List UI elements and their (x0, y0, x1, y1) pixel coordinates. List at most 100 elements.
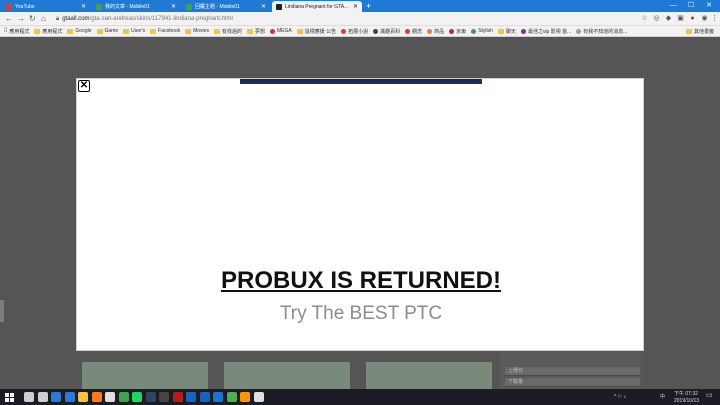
folder-icon (185, 28, 192, 34)
spotify-icon[interactable] (132, 392, 142, 402)
folder-icon (123, 28, 130, 34)
browser-tab-strip: YouTube ✕ 我的文章 - Mobile01 ✕ 回覆主題 - Mobil… (0, 0, 720, 12)
other-bookmarks[interactable]: 其他書籤 (685, 28, 714, 35)
tab-mobile01-reply[interactable]: 回覆主題 - Mobile01 ✕ (182, 1, 270, 12)
skin-thumbnail[interactable] (366, 362, 492, 390)
site-icon (520, 28, 526, 34)
tab-gtaall-active[interactable]: Lindiana Pregnant for GTA San... ✕ (272, 1, 362, 12)
reload-button[interactable]: ↻ (29, 14, 36, 24)
app-icon[interactable] (240, 392, 250, 402)
folder-icon (296, 28, 303, 34)
bookmark-link[interactable]: 拓展小說 (341, 28, 368, 35)
app-icon[interactable] (213, 392, 223, 402)
lock-icon: 🔒︎ (56, 15, 60, 22)
tab-youtube[interactable]: YouTube ✕ (2, 1, 90, 12)
bookmark-folder[interactable]: 聊天 (497, 28, 516, 35)
bookmark-link[interactable]: Stylish (471, 28, 493, 34)
folder-icon (497, 28, 504, 34)
notification-icon[interactable]: ▭ (706, 392, 713, 399)
start-button[interactable] (5, 393, 14, 402)
bookmark-folder[interactable]: 應用程式 (34, 28, 62, 35)
bookmark-link[interactable]: MEGA (269, 28, 292, 34)
tab-close-icon[interactable]: ✕ (171, 3, 176, 10)
site-icon (405, 28, 411, 34)
tab-close-icon[interactable]: ✕ (81, 3, 86, 10)
site-icon (576, 28, 582, 34)
profile-icon[interactable]: ◉ (700, 14, 709, 23)
app-icon[interactable] (186, 392, 196, 402)
side-tab[interactable] (0, 300, 4, 322)
tab-title: YouTube (15, 3, 35, 10)
bookmark-link[interactable]: 有我不知道的消息... (576, 28, 627, 35)
bookmark-star-icon[interactable]: ☆ (640, 14, 649, 23)
address-bar[interactable]: 🔒︎ gtaall.com/gta-san-andreas/skins/1179… (52, 14, 662, 24)
bookmark-link[interactable]: 最佳之vip 影視 首... (520, 28, 571, 35)
folder-icon (685, 29, 692, 34)
input-method-indicator[interactable]: 中 (660, 394, 665, 400)
bookmark-link[interactable]: 識趣百科 (373, 28, 400, 35)
tab-mobile01-articles[interactable]: 我的文章 - Mobile01 ✕ (92, 1, 180, 12)
site-icon (471, 28, 477, 34)
chrome-icon[interactable] (226, 392, 237, 402)
edge-icon[interactable] (51, 392, 61, 402)
minimize-button[interactable]: — (664, 0, 682, 12)
bookmark-folder[interactable]: 夢想 (246, 28, 265, 35)
bookmark-link[interactable]: 觀念 (405, 28, 422, 35)
folder-icon (67, 28, 74, 34)
bookmark-apps[interactable]: ⁞⁞ 應用程式 (4, 28, 29, 35)
ad-headline-link[interactable]: PROBUX IS RETURNED! (77, 267, 645, 295)
extension-icon[interactable]: ● (688, 14, 697, 23)
bookmark-folder[interactable]: User's (123, 28, 145, 34)
menu-icon[interactable]: ⋮ (710, 14, 719, 23)
app-icon[interactable] (118, 392, 129, 402)
tab-close-icon[interactable]: ✕ (261, 3, 266, 10)
bookmark-link[interactable]: 京東 (449, 28, 466, 35)
sidebar-row[interactable]: 上傳日 (505, 367, 640, 376)
ad-modal: ✕ PROBUX IS RETURNED! Try The BEST PTC (76, 78, 644, 351)
tab-title: 回覆主題 - Mobile01 (195, 4, 240, 10)
modal-close-button[interactable]: ✕ (78, 80, 90, 92)
close-window-button[interactable]: ✕ (700, 0, 718, 12)
store-icon[interactable] (64, 392, 75, 402)
back-button[interactable]: ← (5, 14, 13, 24)
app-icon[interactable] (105, 392, 115, 402)
extension-icon[interactable]: ▣ (676, 14, 685, 23)
skin-thumbnail[interactable] (224, 362, 350, 390)
steam-icon[interactable] (145, 392, 156, 402)
folder-icon (246, 28, 253, 34)
firefox-icon[interactable] (91, 392, 102, 402)
apps-grid-icon: ⁞⁞ (4, 28, 8, 34)
url-domain: gtaall.com (62, 16, 90, 22)
clock-date[interactable]: 2019/10/13 (674, 398, 699, 404)
home-button[interactable]: ⌂ (41, 14, 46, 24)
modal-top-bar (240, 79, 482, 84)
maximize-button[interactable]: ☐ (682, 0, 700, 12)
forward-button[interactable]: → (17, 14, 25, 24)
bookmark-folder[interactable]: 有找過的 (213, 28, 242, 35)
app-icon[interactable] (172, 392, 183, 402)
bookmark-folder[interactable]: 鼠標應援 公告 (296, 28, 336, 35)
file-explorer-icon[interactable] (78, 392, 88, 402)
clock-time[interactable]: 下午 07:32 (674, 391, 698, 397)
bookmark-link[interactable]: 商品 (427, 28, 444, 35)
skin-thumbnail[interactable] (82, 362, 208, 390)
tray-icons[interactable]: ^ ⚐ ♪ (614, 394, 626, 400)
tab-title: 我的文章 - Mobile01 (105, 4, 150, 10)
new-tab-button[interactable]: + (366, 1, 371, 11)
task-view-icon[interactable] (37, 392, 48, 402)
bookmark-folder[interactable]: Movies (185, 28, 209, 34)
extension-icon[interactable]: ◎ (652, 14, 661, 23)
bookmark-folder[interactable]: Game (96, 28, 118, 34)
sidebar-row[interactable]: 下載量 (505, 378, 640, 387)
app-icon[interactable] (253, 392, 264, 402)
youtube-favicon-icon (6, 3, 12, 10)
search-icon[interactable] (24, 392, 34, 402)
app-icon[interactable] (159, 392, 169, 402)
tab-close-icon[interactable]: ✕ (353, 3, 358, 10)
app-icon[interactable] (199, 392, 210, 402)
bookmark-folder[interactable]: Facebook (150, 28, 180, 34)
bookmark-folder[interactable]: Google (67, 28, 92, 34)
extension-icon[interactable]: ◆ (664, 14, 673, 23)
folder-icon (34, 28, 41, 34)
windows-taskbar: ^ ⚐ ♪ 中 下午 07:32 2019/10/13 ▭ (0, 389, 720, 405)
